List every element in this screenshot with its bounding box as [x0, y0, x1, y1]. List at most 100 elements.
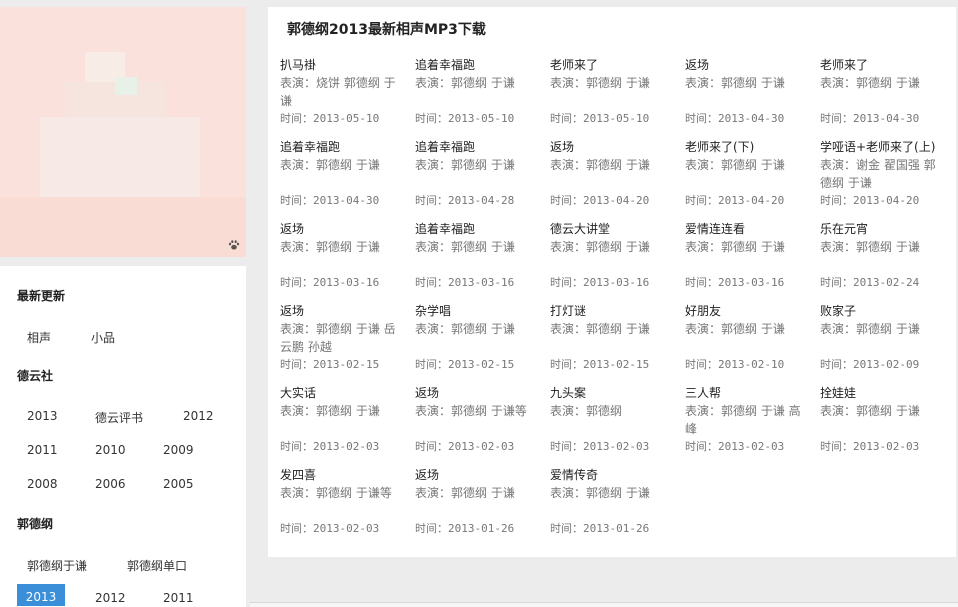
item-title-link[interactable]: 老师来了	[820, 56, 945, 74]
item-date: 时间：2013-05-10	[415, 110, 540, 128]
performer-label: 表演：	[685, 240, 722, 254]
sidebar-link-deyun-2006[interactable]: 2006	[95, 477, 126, 491]
sidebar-link-deyun-2012[interactable]: 2012	[183, 409, 214, 423]
sidebar-link-deyun-2005[interactable]: 2005	[163, 477, 194, 491]
item-date: 时间：2013-03-16	[415, 274, 540, 292]
item-title-link[interactable]: 返场	[280, 302, 405, 320]
sidebar-link-deyun-2011[interactable]: 2011	[27, 443, 58, 457]
item-title-link[interactable]: 杂学唱	[415, 302, 540, 320]
deyun-heading: 德云社	[17, 369, 54, 383]
item-performers: 表演：郭德纲 于谦	[415, 74, 540, 110]
list-item: 追着幸福跑表演：郭德纲 于谦时间：2013-04-28	[415, 138, 540, 218]
item-title-link[interactable]: 扒马褂	[280, 56, 405, 74]
item-title-link[interactable]: 九头案	[550, 384, 675, 402]
time-label: 时间：	[280, 440, 313, 453]
performer-label: 表演：	[280, 158, 317, 172]
time-label: 时间：	[550, 112, 583, 125]
item-title-link[interactable]: 爱情连连看	[685, 220, 810, 238]
sidebar-link-deyun-2010[interactable]: 2010	[95, 443, 126, 457]
performer-names: 郭德纲 于谦	[856, 76, 920, 90]
item-performers: 表演：郭德纲 于谦	[415, 238, 540, 274]
list-item: 返场 表演：郭德纲 于谦 岳云鹏 孙越 时间：2013-02-15	[280, 302, 405, 382]
performer-names: 郭德纲 于谦	[451, 158, 515, 172]
tab-year-2012[interactable]: 2012	[95, 591, 126, 605]
item-title-link[interactable]: 发四喜	[280, 466, 405, 484]
horizontal-scrollbar[interactable]	[250, 602, 958, 607]
time-value: 2013-02-24	[853, 276, 920, 289]
item-date: 时间：2013-02-03	[280, 520, 405, 538]
time-value: 2013-02-15	[583, 358, 650, 371]
item-title-link[interactable]: 好朋友	[685, 302, 810, 320]
page-title: 郭德纲2013最新相声MP3下载	[287, 22, 486, 38]
item-title-link[interactable]: 败家子	[820, 302, 945, 320]
item-title-link[interactable]: 返场	[415, 466, 540, 484]
item-performers: 表演：郭德纲 于谦	[550, 320, 675, 356]
performer-names: 郭德纲 于谦	[586, 76, 650, 90]
tab-year-2011[interactable]: 2011	[163, 591, 194, 605]
sidebar-link-guo-yuqian[interactable]: 郭德纲于谦	[27, 557, 87, 574]
performer-label: 表演：	[415, 404, 452, 418]
latest-heading: 最新更新	[17, 289, 66, 303]
item-performers: 表演：郭德纲 于谦	[820, 238, 945, 274]
sidebar-link-deyun-pingshu[interactable]: 德云评书	[95, 409, 143, 426]
item-title-link[interactable]: 爱情传奇	[550, 466, 675, 484]
item-title-link[interactable]: 拴娃娃	[820, 384, 945, 402]
performer-label: 表演：	[685, 404, 722, 418]
list-item: 追着幸福跑 表演：郭德纲 于谦 时间：2013-05-10	[415, 56, 540, 136]
time-label: 时间：	[550, 194, 583, 207]
performer-names: 郭德纲 于谦	[316, 158, 380, 172]
item-title-link[interactable]: 打灯谜	[550, 302, 675, 320]
tab-year-2013[interactable]: 2013	[17, 584, 65, 606]
item-title-link[interactable]: 追着幸福跑	[415, 56, 540, 74]
item-date: 时间：2013-05-10	[550, 110, 675, 128]
sidebar-link-sketch[interactable]: 小品	[91, 329, 115, 346]
item-date: 时间：2013-04-30	[280, 192, 405, 210]
promo-image[interactable]	[0, 7, 246, 257]
performer-label: 表演：	[280, 486, 317, 500]
sidebar-link-guo-solo[interactable]: 郭德纲单口	[127, 557, 187, 574]
item-title-link[interactable]: 德云大讲堂	[550, 220, 675, 238]
list-item: 打灯谜 表演：郭德纲 于谦 时间：2013-02-15	[550, 302, 675, 382]
time-label: 时间：	[820, 276, 853, 289]
item-performers: 表演：郭德纲 于谦	[550, 484, 675, 520]
sidebar-link-deyun-2013[interactable]: 2013	[27, 409, 58, 423]
item-date: 时间：2013-04-28	[415, 192, 540, 210]
item-title-link[interactable]: 追着幸福跑	[415, 220, 540, 238]
time-label: 时间：	[280, 358, 313, 371]
list-item: 三人帮 表演：郭德纲 于谦 高峰 时间：2013-02-03	[685, 384, 810, 464]
item-title-link[interactable]: 乐在元宵	[820, 220, 945, 238]
item-performers: 表演：谢金 翟国强 郭德纲 于谦	[820, 156, 945, 192]
item-title-link[interactable]: 返场	[415, 384, 540, 402]
item-title-link[interactable]: 返场	[550, 138, 675, 156]
item-title-link[interactable]: 返场	[280, 220, 405, 238]
performer-names: 郭德纲 于谦	[586, 158, 650, 172]
time-label: 时间：	[280, 276, 313, 289]
item-performers: 表演：郭德纲 于谦	[685, 74, 810, 110]
performer-names: 郭德纲 于谦	[856, 322, 920, 336]
time-value: 2013-05-10	[313, 112, 380, 125]
item-title-link[interactable]: 三人帮	[685, 384, 810, 402]
item-performers: 表演：郭德纲 于谦	[280, 238, 405, 274]
item-title-link[interactable]: 追着幸福跑	[280, 138, 405, 156]
performer-label: 表演：	[415, 158, 452, 172]
item-title-link[interactable]: 老师来了	[550, 56, 675, 74]
item-title-link[interactable]: 老师来了(下)	[685, 138, 810, 156]
sidebar-link-deyun-2009[interactable]: 2009	[163, 443, 194, 457]
item-performers: 表演：郭德纲	[550, 402, 675, 438]
performer-names: 郭德纲 于谦	[316, 240, 380, 254]
time-value: 2013-03-16	[583, 276, 650, 289]
item-title-link[interactable]: 大实话	[280, 384, 405, 402]
list-item: 德云大讲堂 表演：郭德纲 于谦 时间：2013-03-16	[550, 220, 675, 300]
time-label: 时间：	[415, 522, 448, 535]
item-date: 时间：2013-04-30	[820, 110, 945, 128]
time-label: 时间：	[280, 112, 313, 125]
item-title-link[interactable]: 返场	[685, 56, 810, 74]
sidebar-link-crosstalk[interactable]: 相声	[27, 329, 51, 346]
item-title-link[interactable]: 追着幸福跑	[415, 138, 540, 156]
guo-heading: 郭德纲	[17, 517, 54, 531]
time-value: 2013-04-28	[448, 194, 515, 207]
performer-names: 郭德纲 于谦	[721, 158, 785, 172]
time-value: 2013-01-26	[583, 522, 650, 535]
sidebar-link-deyun-2008[interactable]: 2008	[27, 477, 58, 491]
item-title-link[interactable]: 学哑语+老师来了(上)	[820, 138, 945, 156]
